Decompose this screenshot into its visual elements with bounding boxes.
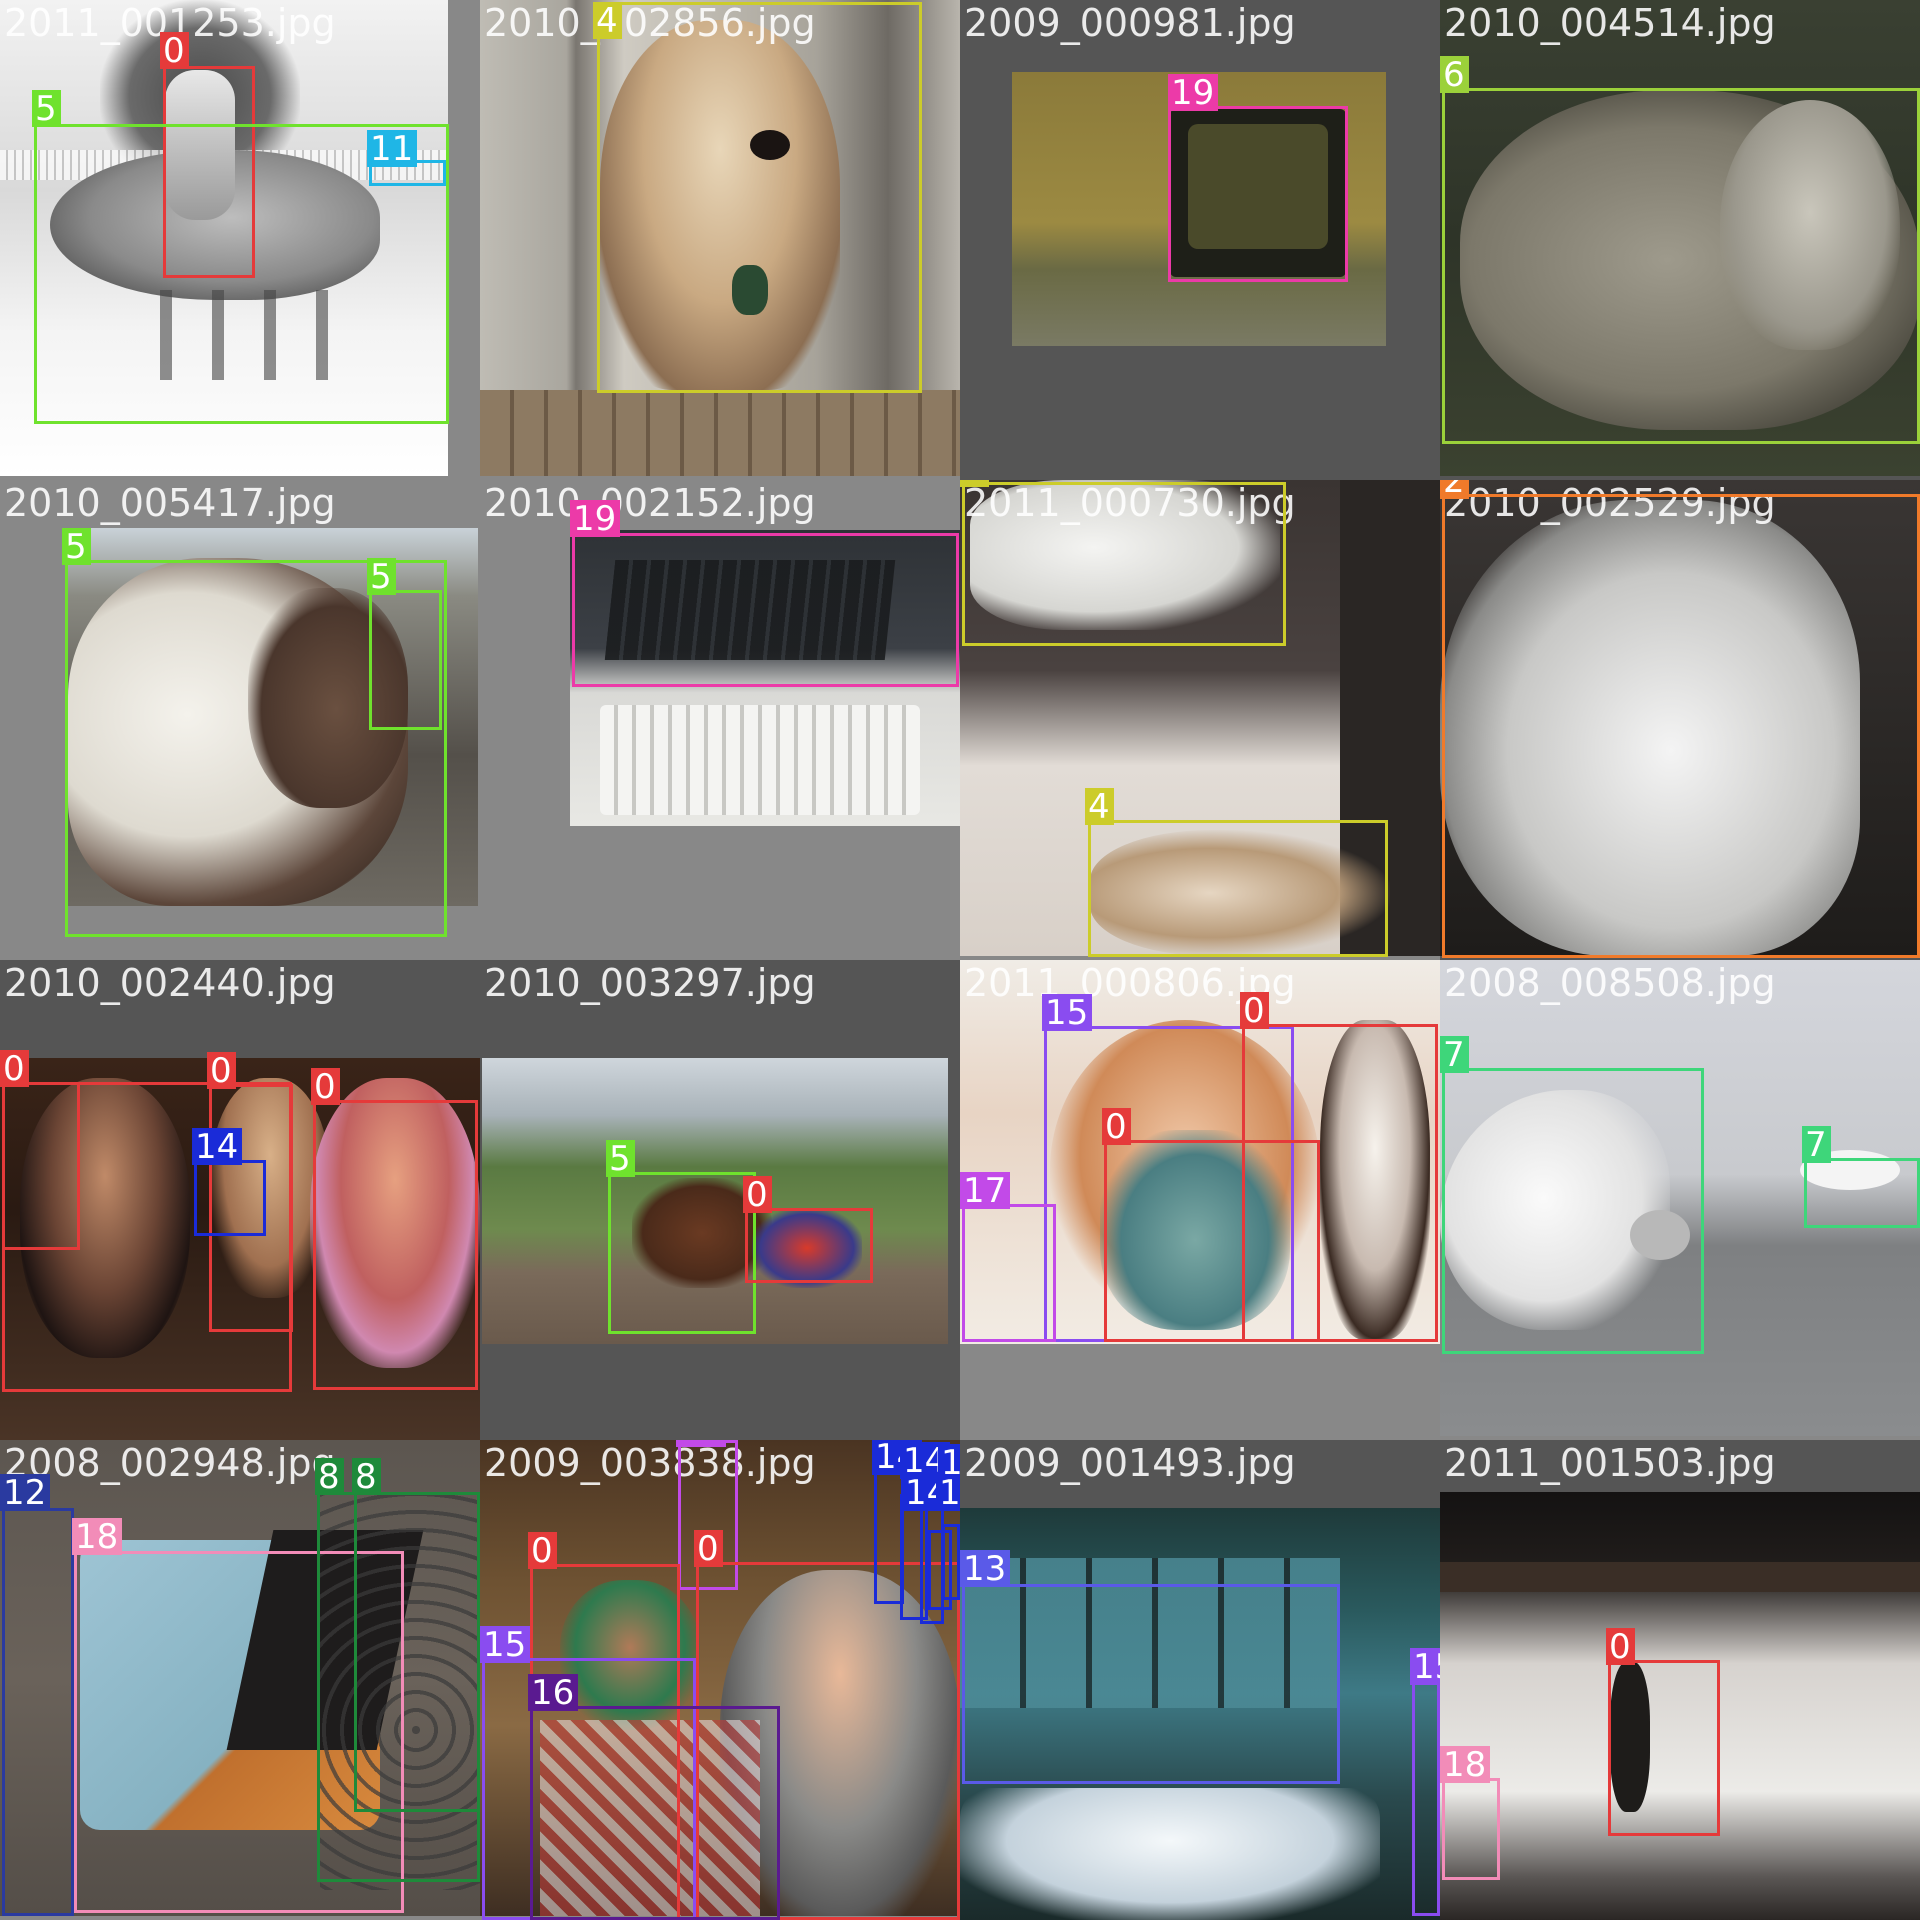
tile: 2010_002440.jpg 0 0 0 14 [0, 960, 480, 1440]
tile: 2010_004514.jpg 6 [1440, 0, 1920, 480]
bbox [1442, 494, 1920, 958]
bbox [2, 1082, 292, 1392]
class-label: 2 [1440, 480, 1469, 499]
class-label: 0 [311, 1068, 340, 1105]
image-filename: 2011_001503.jpg [1444, 1441, 1776, 1485]
class-label: 4 [593, 2, 622, 39]
bbox [1412, 1680, 1440, 1916]
class-label: 5 [62, 528, 91, 565]
tile: 2011_000806.jpg 15 0 0 17 [960, 960, 1440, 1440]
tile: 2011_001253.jpg 0 5 11 [0, 0, 480, 480]
class-label: 7 [1440, 1036, 1469, 1073]
class-label: 0 [0, 1050, 29, 1087]
image-filename: 2008_002948.jpg [4, 1441, 336, 1485]
class-label: 12 [0, 1474, 51, 1511]
bbox [608, 1172, 756, 1334]
class-label: 11 [367, 130, 418, 167]
bbox [1104, 1140, 1320, 1342]
class-label: 17 [676, 1440, 727, 1447]
bbox [1608, 1660, 1720, 1836]
class-label: 0 [207, 1052, 236, 1089]
bbox [597, 2, 922, 393]
class-label: 4 [960, 480, 989, 487]
image-filename: 2010_002152.jpg [484, 481, 816, 525]
tile: 2010_002152.jpg 19 [480, 480, 960, 960]
class-label: 5 [367, 558, 396, 595]
image-filename: 2009_000981.jpg [964, 1, 1296, 45]
tile: 2009_000981.jpg 19 [960, 0, 1440, 480]
tile: 2010_002529.jpg 2 [1440, 480, 1920, 960]
bbox [745, 1208, 873, 1283]
class-label: 18 [72, 1518, 123, 1555]
bbox [962, 1584, 1340, 1784]
mosaic-grid: 2011_001253.jpg 0 5 11 2010_002856.jpg 4… [0, 0, 1920, 1920]
tile: 2010_003297.jpg 5 0 [480, 960, 960, 1440]
tile: 2010_002856.jpg 4 [480, 0, 960, 480]
bbox [962, 1204, 1056, 1342]
class-label: 19 [570, 500, 621, 537]
bbox [530, 1706, 780, 1920]
class-label: 0 [160, 32, 189, 69]
class-label: 0 [1102, 1108, 1131, 1145]
bbox [942, 1524, 960, 1600]
class-label: 6 [1440, 56, 1469, 93]
tile: 2008_008508.jpg 7 7 [1440, 960, 1920, 1440]
class-label: 19 [1168, 74, 1219, 111]
class-label: 15 [1042, 994, 1093, 1031]
class-label: 5 [606, 1140, 635, 1177]
image-filename: 2010_002440.jpg [4, 961, 336, 1005]
bbox [1442, 1068, 1704, 1354]
bbox [1168, 106, 1348, 282]
class-label: 0 [743, 1176, 772, 1213]
bbox [369, 590, 442, 730]
class-label: 0 [1606, 1628, 1635, 1665]
class-label: 18 [1440, 1746, 1491, 1783]
class-label: 15 [480, 1626, 531, 1663]
tile: 2009_003838.jpg 17 0 0 15 16 14 14 14 14… [480, 1440, 960, 1920]
class-label: 7 [1802, 1126, 1831, 1163]
image-filename: 2010_003297.jpg [484, 961, 816, 1005]
class-label: 5 [32, 90, 61, 127]
class-label: 13 [960, 1550, 1011, 1587]
class-label: 14 [192, 1128, 243, 1165]
class-label: 15 [1410, 1648, 1440, 1685]
bbox [1088, 820, 1388, 957]
class-label: 0 [1240, 992, 1269, 1029]
bbox [572, 533, 959, 687]
bbox [2, 1508, 74, 1916]
class-label: 0 [528, 1532, 557, 1569]
class-label: 16 [528, 1674, 579, 1711]
class-label: 0 [694, 1530, 723, 1567]
tile: 2008_002948.jpg 12 18 8 8 [0, 1440, 480, 1920]
class-label: 8 [315, 1458, 344, 1495]
image-filename: 2009_001493.jpg [964, 1441, 1296, 1485]
bbox [313, 1100, 478, 1390]
bbox [1442, 88, 1920, 444]
tile: 2011_000730.jpg 4 4 [960, 480, 1440, 960]
tile: 2010_005417.jpg 5 5 [0, 480, 480, 960]
tile: 2009_001493.jpg 13 15 [960, 1440, 1440, 1920]
bbox [1804, 1158, 1920, 1228]
bbox [354, 1492, 480, 1812]
image-filename: 2010_005417.jpg [4, 481, 336, 525]
class-label: 8 [352, 1458, 381, 1495]
class-label: 4 [1085, 788, 1114, 825]
image-filename: 2008_008508.jpg [1444, 961, 1776, 1005]
image-filename: 2009_003838.jpg [484, 1441, 816, 1485]
image-filename: 2010_004514.jpg [1444, 1, 1776, 45]
class-label: 17 [960, 1172, 1011, 1209]
bbox [1442, 1778, 1500, 1880]
bbox [962, 482, 1286, 646]
class-label: 14 [936, 1474, 960, 1511]
tile: 2011_001503.jpg 0 18 [1440, 1440, 1920, 1920]
